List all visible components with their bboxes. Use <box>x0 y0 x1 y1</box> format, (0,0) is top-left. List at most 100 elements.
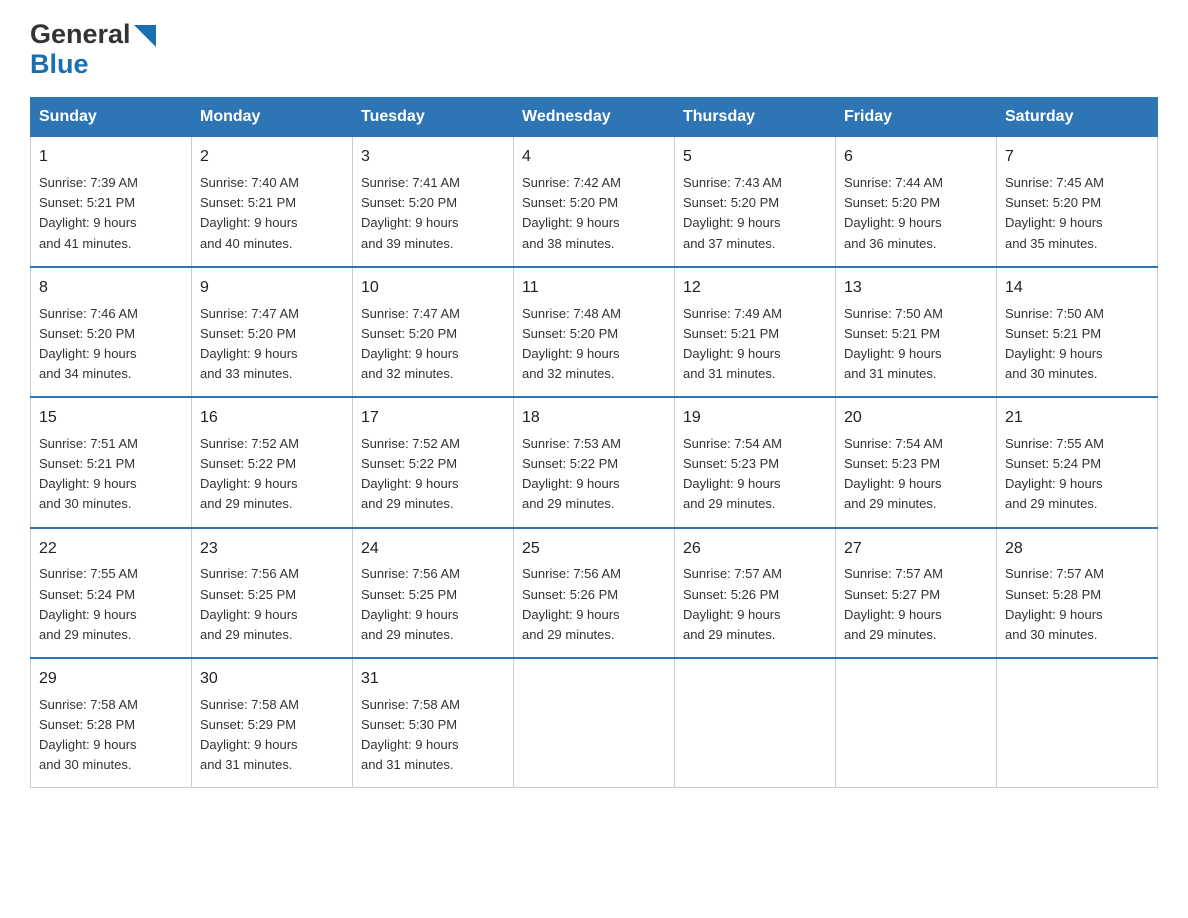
calendar-cell: 5Sunrise: 7:43 AMSunset: 5:20 PMDaylight… <box>675 137 836 267</box>
day-number: 14 <box>1005 276 1149 301</box>
day-number: 4 <box>522 145 666 170</box>
day-number: 31 <box>361 667 505 692</box>
day-info: Sunrise: 7:52 AMSunset: 5:22 PMDaylight:… <box>200 434 344 515</box>
calendar-cell: 7 Sunrise: 7:45 AMSunset: 5:20 PMDaylight… <box>997 137 1158 267</box>
day-number: 15 <box>39 406 183 431</box>
day-info: Sunrise: 7:51 AMSunset: 5:21 PMDaylight:… <box>39 434 183 515</box>
day-number: 1 <box>39 145 183 170</box>
header-row: SundayMondayTuesdayWednesdayThursdayFrid… <box>31 98 1158 137</box>
logo: General Blue <box>30 20 156 79</box>
week-row-3: 15 Sunrise: 7:51 AMSunset: 5:21 PMDayligh… <box>31 397 1158 527</box>
calendar-cell: 31 Sunrise: 7:58 AMSunset: 5:30 PMDayligh… <box>353 658 514 788</box>
day-info: Sunrise: 7:55 AMSunset: 5:24 PMDaylight:… <box>1005 434 1149 515</box>
calendar-cell: 3 Sunrise: 7:41 AMSunset: 5:20 PMDaylight… <box>353 137 514 267</box>
calendar-cell: 29Sunrise: 7:58 AMSunset: 5:28 PMDayligh… <box>31 658 192 788</box>
day-info: Sunrise: 7:42 AMSunset: 5:20 PMDaylight:… <box>522 173 666 254</box>
calendar-cell: 10 Sunrise: 7:47 AMSunset: 5:20 PMDayligh… <box>353 267 514 397</box>
day-info: Sunrise: 7:58 AMSunset: 5:28 PMDaylight:… <box>39 695 183 776</box>
calendar-cell: 14 Sunrise: 7:50 AMSunset: 5:21 PMDayligh… <box>997 267 1158 397</box>
calendar-cell <box>836 658 997 788</box>
header-saturday: Saturday <box>997 98 1158 137</box>
day-info: Sunrise: 7:57 AMSunset: 5:26 PMDaylight:… <box>683 564 827 645</box>
day-info: Sunrise: 7:56 AMSunset: 5:26 PMDaylight:… <box>522 564 666 645</box>
day-info: Sunrise: 7:52 AMSunset: 5:22 PMDaylight:… <box>361 434 505 515</box>
calendar-cell: 13Sunrise: 7:50 AMSunset: 5:21 PMDayligh… <box>836 267 997 397</box>
header-wednesday: Wednesday <box>514 98 675 137</box>
day-info: Sunrise: 7:47 AMSunset: 5:20 PMDaylight:… <box>200 304 344 385</box>
day-number: 6 <box>844 145 988 170</box>
day-number: 2 <box>200 145 344 170</box>
calendar-cell: 1 Sunrise: 7:39 AMSunset: 5:21 PMDaylight… <box>31 137 192 267</box>
page-header: General Blue <box>30 20 1158 79</box>
calendar-cell: 11 Sunrise: 7:48 AMSunset: 5:20 PMDayligh… <box>514 267 675 397</box>
calendar-cell: 23Sunrise: 7:56 AMSunset: 5:25 PMDayligh… <box>192 528 353 658</box>
day-info: Sunrise: 7:58 AMSunset: 5:29 PMDaylight:… <box>200 695 344 776</box>
logo-blue-text: Blue <box>30 49 89 79</box>
header-thursday: Thursday <box>675 98 836 137</box>
day-number: 9 <box>200 276 344 301</box>
week-row-2: 8Sunrise: 7:46 AMSunset: 5:20 PMDaylight… <box>31 267 1158 397</box>
day-number: 27 <box>844 537 988 562</box>
calendar-cell: 24Sunrise: 7:56 AMSunset: 5:25 PMDayligh… <box>353 528 514 658</box>
day-number: 24 <box>361 537 505 562</box>
day-info: Sunrise: 7:57 AMSunset: 5:27 PMDaylight:… <box>844 564 988 645</box>
header-tuesday: Tuesday <box>353 98 514 137</box>
logo-general-text: General <box>30 20 131 50</box>
day-info: Sunrise: 7:43 AMSunset: 5:20 PMDaylight:… <box>683 173 827 254</box>
day-info: Sunrise: 7:54 AMSunset: 5:23 PMDaylight:… <box>844 434 988 515</box>
calendar-cell: 25Sunrise: 7:56 AMSunset: 5:26 PMDayligh… <box>514 528 675 658</box>
week-row-1: 1 Sunrise: 7:39 AMSunset: 5:21 PMDaylight… <box>31 137 1158 267</box>
calendar-cell: 15 Sunrise: 7:51 AMSunset: 5:21 PMDayligh… <box>31 397 192 527</box>
header-monday: Monday <box>192 98 353 137</box>
logo-arrow-icon <box>134 25 156 52</box>
day-info: Sunrise: 7:50 AMSunset: 5:21 PMDaylight:… <box>844 304 988 385</box>
day-info: Sunrise: 7:57 AMSunset: 5:28 PMDaylight:… <box>1005 564 1149 645</box>
day-info: Sunrise: 7:50 AMSunset: 5:21 PMDaylight:… <box>1005 304 1149 385</box>
calendar-cell: 27Sunrise: 7:57 AMSunset: 5:27 PMDayligh… <box>836 528 997 658</box>
day-info: Sunrise: 7:49 AMSunset: 5:21 PMDaylight:… <box>683 304 827 385</box>
calendar-cell: 2 Sunrise: 7:40 AMSunset: 5:21 PMDaylight… <box>192 137 353 267</box>
day-number: 23 <box>200 537 344 562</box>
day-number: 20 <box>844 406 988 431</box>
day-info: Sunrise: 7:56 AMSunset: 5:25 PMDaylight:… <box>200 564 344 645</box>
calendar-cell <box>675 658 836 788</box>
day-number: 19 <box>683 406 827 431</box>
day-info: Sunrise: 7:44 AMSunset: 5:20 PMDaylight:… <box>844 173 988 254</box>
day-number: 30 <box>200 667 344 692</box>
day-info: Sunrise: 7:55 AMSunset: 5:24 PMDaylight:… <box>39 564 183 645</box>
day-info: Sunrise: 7:45 AMSunset: 5:20 PMDaylight:… <box>1005 173 1149 254</box>
day-info: Sunrise: 7:58 AMSunset: 5:30 PMDaylight:… <box>361 695 505 776</box>
day-number: 11 <box>522 276 666 301</box>
day-number: 7 <box>1005 145 1149 170</box>
header-sunday: Sunday <box>31 98 192 137</box>
calendar-cell <box>997 658 1158 788</box>
calendar-cell <box>514 658 675 788</box>
header-friday: Friday <box>836 98 997 137</box>
day-number: 26 <box>683 537 827 562</box>
day-info: Sunrise: 7:39 AMSunset: 5:21 PMDaylight:… <box>39 173 183 254</box>
calendar-cell: 22Sunrise: 7:55 AMSunset: 5:24 PMDayligh… <box>31 528 192 658</box>
day-info: Sunrise: 7:47 AMSunset: 5:20 PMDaylight:… <box>361 304 505 385</box>
calendar-cell: 4 Sunrise: 7:42 AMSunset: 5:20 PMDaylight… <box>514 137 675 267</box>
calendar-cell: 28Sunrise: 7:57 AMSunset: 5:28 PMDayligh… <box>997 528 1158 658</box>
calendar-cell: 16Sunrise: 7:52 AMSunset: 5:22 PMDayligh… <box>192 397 353 527</box>
day-info: Sunrise: 7:48 AMSunset: 5:20 PMDaylight:… <box>522 304 666 385</box>
calendar-cell: 21Sunrise: 7:55 AMSunset: 5:24 PMDayligh… <box>997 397 1158 527</box>
calendar-cell: 9 Sunrise: 7:47 AMSunset: 5:20 PMDaylight… <box>192 267 353 397</box>
calendar-cell: 17 Sunrise: 7:52 AMSunset: 5:22 PMDayligh… <box>353 397 514 527</box>
day-info: Sunrise: 7:53 AMSunset: 5:22 PMDaylight:… <box>522 434 666 515</box>
day-number: 3 <box>361 145 505 170</box>
calendar-cell: 12Sunrise: 7:49 AMSunset: 5:21 PMDayligh… <box>675 267 836 397</box>
week-row-4: 22Sunrise: 7:55 AMSunset: 5:24 PMDayligh… <box>31 528 1158 658</box>
day-number: 17 <box>361 406 505 431</box>
day-info: Sunrise: 7:40 AMSunset: 5:21 PMDaylight:… <box>200 173 344 254</box>
day-info: Sunrise: 7:46 AMSunset: 5:20 PMDaylight:… <box>39 304 183 385</box>
calendar-cell: 18Sunrise: 7:53 AMSunset: 5:22 PMDayligh… <box>514 397 675 527</box>
calendar-cell: 20 Sunrise: 7:54 AMSunset: 5:23 PMDayligh… <box>836 397 997 527</box>
calendar-table: SundayMondayTuesdayWednesdayThursdayFrid… <box>30 97 1158 788</box>
day-number: 25 <box>522 537 666 562</box>
day-number: 10 <box>361 276 505 301</box>
calendar-cell: 6 Sunrise: 7:44 AMSunset: 5:20 PMDaylight… <box>836 137 997 267</box>
day-info: Sunrise: 7:54 AMSunset: 5:23 PMDaylight:… <box>683 434 827 515</box>
day-info: Sunrise: 7:41 AMSunset: 5:20 PMDaylight:… <box>361 173 505 254</box>
